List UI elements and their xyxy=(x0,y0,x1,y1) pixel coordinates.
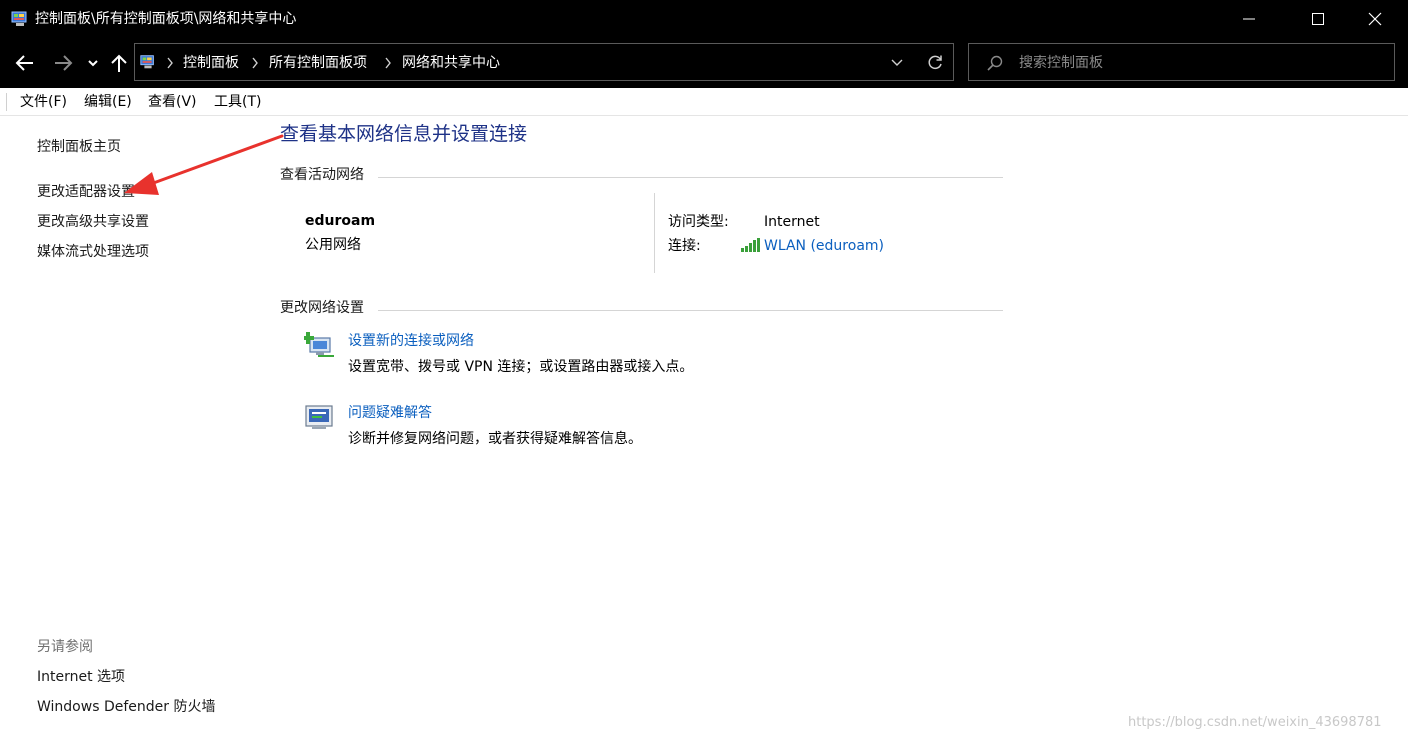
new-connection-icon xyxy=(304,332,334,357)
address-bar[interactable]: 控制面板 所有控制面板项 网络和共享中心 xyxy=(134,43,954,81)
divider xyxy=(378,310,1003,311)
troubleshoot-icon xyxy=(305,405,333,429)
refresh-icon[interactable] xyxy=(925,53,945,73)
breadcrumb-network-center[interactable]: 网络和共享中心 xyxy=(402,54,500,72)
search-icon xyxy=(987,55,1003,71)
access-type-value: Internet xyxy=(764,214,820,230)
forward-button[interactable] xyxy=(52,52,74,74)
menu-edit[interactable]: 编辑(E) xyxy=(84,93,132,111)
see-also-firewall[interactable]: Windows Defender 防火墙 xyxy=(37,698,215,716)
arrow-up-icon xyxy=(111,54,127,72)
search-box[interactable]: 搜索控制面板 xyxy=(968,43,1395,81)
minimize-button[interactable] xyxy=(1226,0,1272,38)
maximize-button[interactable] xyxy=(1295,0,1341,38)
navigation-bar: 控制面板 所有控制面板项 网络和共享中心 搜索控制面板 xyxy=(0,38,1408,88)
change-settings-heading: 更改网络设置 xyxy=(280,300,364,316)
close-icon xyxy=(1368,12,1382,26)
connection-label: 连接: xyxy=(668,238,701,254)
back-button[interactable] xyxy=(14,52,36,74)
menu-file[interactable]: 文件(F) xyxy=(20,93,67,111)
sidebar-link-advanced-sharing[interactable]: 更改高级共享设置 xyxy=(37,213,149,231)
chevron-right-icon xyxy=(167,57,173,69)
up-button[interactable] xyxy=(108,52,130,74)
recent-locations-button[interactable] xyxy=(86,52,100,74)
divider xyxy=(654,193,655,273)
menu-grip xyxy=(6,93,7,111)
title-bar: 控制面板\所有控制面板项\网络和共享中心 xyxy=(0,0,1408,38)
search-placeholder: 搜索控制面板 xyxy=(1019,55,1103,71)
breadcrumb-control-panel[interactable]: 控制面板 xyxy=(183,54,239,72)
window-title: 控制面板\所有控制面板项\网络和共享中心 xyxy=(35,11,297,27)
divider xyxy=(378,177,1003,178)
arrow-right-icon xyxy=(55,55,73,71)
setup-connection-link[interactable]: 设置新的连接或网络 xyxy=(348,332,474,350)
chevron-right-icon xyxy=(385,57,391,69)
control-panel-icon xyxy=(11,11,27,26)
arrow-left-icon xyxy=(15,55,33,71)
sidebar-link-home[interactable]: 控制面板主页 xyxy=(37,138,121,156)
see-also-internet-options[interactable]: Internet 选项 xyxy=(37,668,125,686)
wifi-signal-icon xyxy=(741,238,760,252)
active-networks-heading: 查看活动网络 xyxy=(280,167,364,183)
menu-bar: 文件(F) 编辑(E) 查看(V) 工具(T) xyxy=(0,88,1408,116)
see-also-heading: 另请参阅 xyxy=(37,639,93,655)
sidebar-link-adapter-settings[interactable]: 更改适配器设置 xyxy=(37,183,135,201)
watermark: https://blog.csdn.net/weixin_43698781 xyxy=(1128,715,1382,730)
network-name: eduroam xyxy=(305,213,376,229)
troubleshoot-link[interactable]: 问题疑难解答 xyxy=(348,404,432,422)
connection-link[interactable]: WLAN (eduroam) xyxy=(764,237,884,255)
chevron-right-icon xyxy=(252,57,258,69)
network-category: 公用网络 xyxy=(305,237,361,253)
setup-connection-description: 设置宽带、拨号或 VPN 连接；或设置路由器或接入点。 xyxy=(348,359,694,375)
menu-view[interactable]: 查看(V) xyxy=(148,93,197,111)
minimize-icon xyxy=(1243,18,1255,20)
chevron-down-icon[interactable] xyxy=(890,57,904,69)
control-panel-icon xyxy=(140,55,154,69)
page-title: 查看基本网络信息并设置连接 xyxy=(280,123,528,145)
access-type-label: 访问类型: xyxy=(668,214,729,230)
sidebar-link-media-streaming[interactable]: 媒体流式处理选项 xyxy=(37,243,149,261)
close-button[interactable] xyxy=(1352,0,1398,38)
menu-tools[interactable]: 工具(T) xyxy=(214,93,261,111)
maximize-icon xyxy=(1312,13,1324,25)
troubleshoot-description: 诊断并修复网络问题，或者获得疑难解答信息。 xyxy=(348,431,642,447)
breadcrumb-all-items[interactable]: 所有控制面板项 xyxy=(269,54,367,72)
chevron-down-icon xyxy=(88,60,98,67)
